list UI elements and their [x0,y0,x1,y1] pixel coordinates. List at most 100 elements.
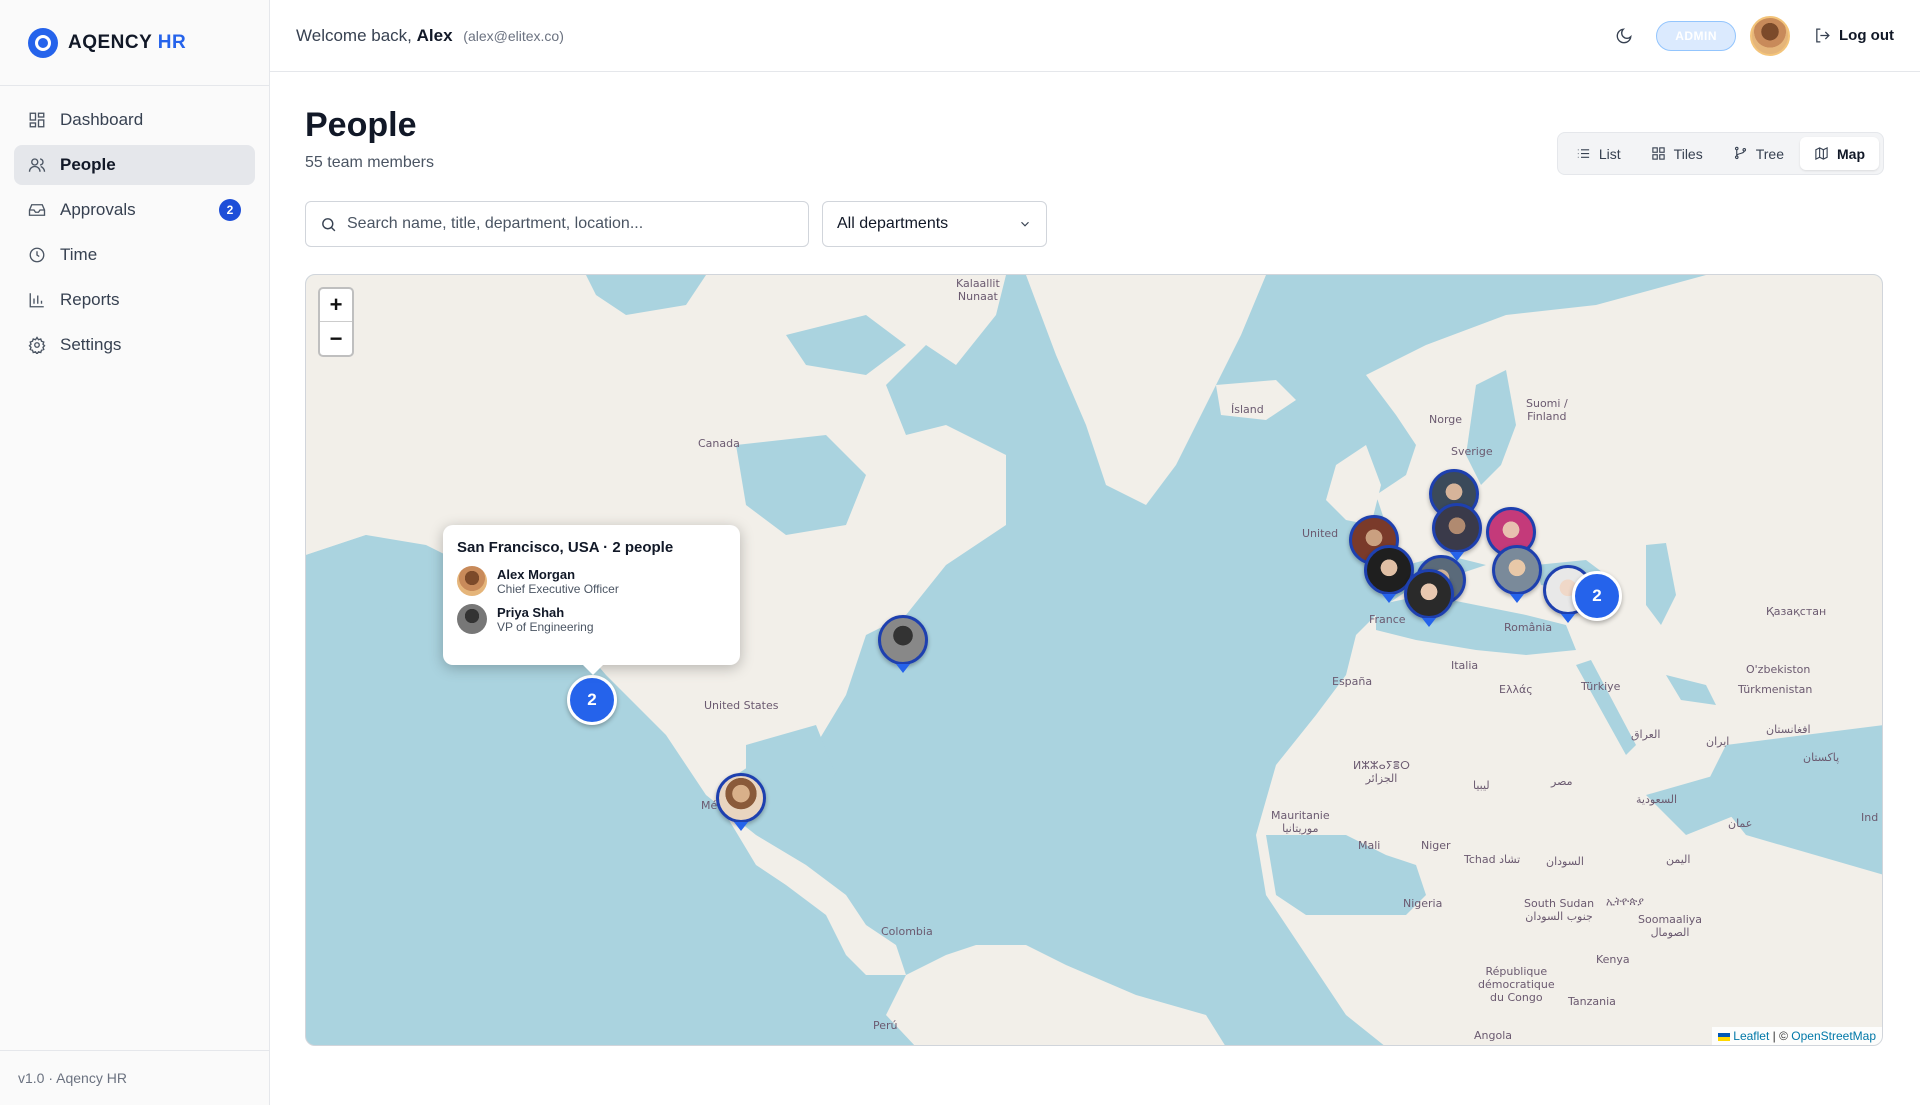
location-popup: San Francisco, USA · 2 people Alex Morga… [443,525,740,675]
popup-person[interactable]: Alex Morgan Chief Executive Officer [457,566,726,596]
map-label-afghanistan: افغانستان [1766,723,1811,736]
map-label-india: Ind [1861,811,1879,824]
map-attribution: Leaflet | © OpenStreetMap [1712,1027,1882,1045]
map-label-espana: España [1332,675,1373,688]
view-switcher: List Tiles Tree Map [1556,132,1884,175]
logout-button[interactable]: Log out [1814,27,1894,44]
map-label-romania: România [1504,621,1553,634]
map-label-iran: ایران [1706,735,1730,748]
brand-suffix: HR [157,31,187,53]
popup-person-role: Chief Executive Officer [497,581,619,596]
sidebar: AQENCY HR Dashboard People Approvals 2 T… [0,0,270,1105]
map-label-island: Ísland [1231,403,1264,416]
version-footer: v1.0 · Aqency HR [0,1050,269,1105]
map-label-colombia: Colombia [881,925,933,938]
list-icon [1577,149,1589,158]
inbox-icon [28,204,46,216]
map-label-sverige: Sverige [1451,445,1493,458]
map-label-tchad: Tchad تشاد [1464,853,1521,866]
clock-icon [29,247,45,263]
sidebar-item-label: People [60,155,116,174]
map-label-mali: Mali [1358,839,1381,852]
popup-person-name: Alex Morgan [497,566,576,582]
zoom-in-button[interactable]: + [320,289,352,322]
person-marker[interactable] [716,773,766,831]
sidebar-nav: Dashboard People Approvals 2 Time Report… [0,86,269,384]
map-label-ellas: Ελλάς [1499,683,1533,696]
map-label-tanzania: Tanzania [1568,995,1616,1008]
dark-mode-toggle[interactable] [1606,18,1642,54]
map-label-turkiye: Türkiye [1581,680,1621,693]
map-label-yemen: اليمن [1666,853,1691,866]
map-label-iraq: العراق [1631,728,1661,741]
map-label-canada: Canada [698,437,740,450]
popup-person[interactable]: Priya Shah VP of Engineering [457,604,726,634]
map-label-kenya: Kenya [1596,953,1630,966]
map-label-suomi: Suomi / Finland [1526,397,1568,423]
view-tiles-button[interactable]: Tiles [1637,137,1717,170]
brand[interactable]: AQENCY HR [0,0,269,86]
sidebar-item-label: Reports [60,290,120,309]
map-label-oman: عمان [1728,817,1753,830]
view-tree-button[interactable]: Tree [1719,137,1798,170]
view-map-button[interactable]: Map [1800,137,1879,170]
map-label-peru: Perú [873,1019,898,1032]
map-label-egypt: مصر [1551,775,1573,788]
git-branch-icon [1734,146,1746,160]
map-label-ethiopia: ኢትዮጵያ [1606,895,1644,908]
map-label-uzbekistan: O'zbekiston [1746,663,1811,676]
map-label-france: France [1369,613,1406,626]
osm-link[interactable]: OpenStreetMap [1791,1029,1876,1043]
top-header: Welcome back, Alex (alex@elitex.co) ADMI… [270,0,1920,72]
page-title: People [305,106,417,144]
popup-person-name: Priya Shah [497,604,565,620]
sidebar-item-label: Settings [60,335,122,354]
leaflet-link[interactable]: Leaflet [1733,1029,1769,1043]
department-select[interactable]: All departments [822,201,1047,247]
dashboard-icon [29,112,45,128]
sidebar-item-approvals[interactable]: Approvals 2 [14,190,255,230]
popup-title: San Francisco, USA · 2 people [457,539,674,556]
map-label-saudi-arabia: السعودية [1636,793,1678,806]
person-marker[interactable] [878,615,928,673]
map-label-kazakhstan: Қазақстан [1766,605,1827,618]
chevron-down-icon [1021,221,1029,227]
search-icon [322,217,336,231]
map-label-pakistan: پاکستان [1803,751,1840,764]
zoom-control: + − [318,287,354,357]
welcome-message: Welcome back, Alex (alex@elitex.co) [296,25,564,45]
sidebar-item-people[interactable]: People [14,145,255,185]
sidebar-item-reports[interactable]: Reports [14,280,255,320]
person-marker[interactable] [1404,569,1454,627]
map-label-mauritanie: Mauritanie موريتانيا [1271,809,1330,835]
brand-name: AQENCY [68,31,152,53]
person-marker[interactable] [1492,545,1542,603]
sidebar-item-dashboard[interactable]: Dashboard [14,100,255,140]
map-label-somalia: Soomaaliya الصومال [1638,913,1703,939]
role-badge: ADMIN [1656,20,1737,51]
person-marker[interactable] [1432,503,1482,561]
user-name: Alex [416,25,453,45]
brand-logo-icon [28,27,58,58]
zoom-out-button[interactable]: − [320,322,352,355]
search-field[interactable] [305,201,809,247]
sidebar-item-time[interactable]: Time [14,235,255,275]
map-label-kalaallit-nunaat: Kalaallit Nunaat [956,277,1000,303]
sidebar-item-settings[interactable]: Settings [14,325,255,365]
map-label-nigeria: Nigeria [1403,897,1443,910]
sidebar-item-label: Approvals [60,200,136,219]
map-label-united-states: United States [704,699,779,712]
cluster-marker-black-sea[interactable]: 2 [1572,571,1622,621]
avatar[interactable] [1750,15,1791,56]
map-label-south-sudan: South Sudan جنوب السودان [1524,897,1595,923]
map-label-turkmenistan: Türkmenistan [1738,683,1813,696]
search-input[interactable] [347,215,787,233]
cluster-marker-san-francisco[interactable]: 2 [567,675,617,725]
map-label-algeria: ⵍⵣⵣⴰⵢⴻⵔ الجزائر [1353,759,1410,785]
people-map[interactable]: Kalaallit Nunaat Ísland Norge Suomi / Fi… [305,274,1883,1046]
ukraine-flag-icon [1718,1032,1731,1041]
map-label-mexico: Mé [701,799,718,812]
avatar [457,604,487,634]
grid-icon [1651,147,1665,160]
view-list-button[interactable]: List [1562,137,1635,170]
